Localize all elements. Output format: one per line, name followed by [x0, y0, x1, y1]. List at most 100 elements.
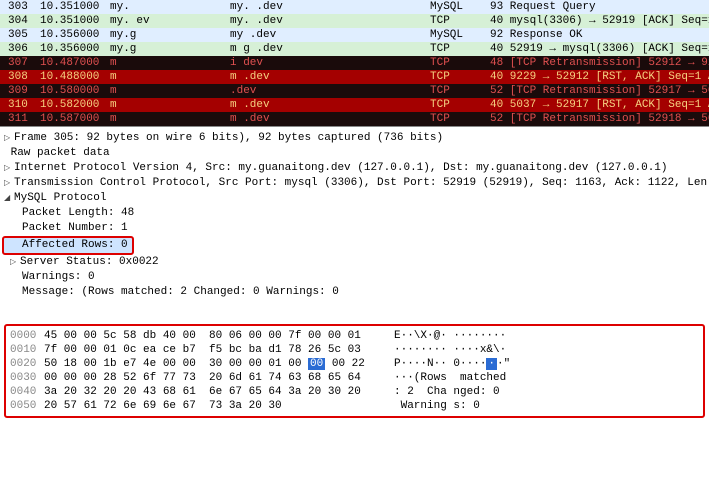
hex-offset: 0040 [10, 385, 44, 399]
col-src: my.g [110, 28, 230, 42]
expand-icon[interactable] [4, 131, 14, 146]
col-no: 306 [0, 42, 40, 56]
packet-row[interactable]: 30710.487000mi devTCP48 [TCP Retransmiss… [0, 56, 709, 70]
hex-bytes: 50 18 00 1b e7 4e 00 00 30 00 00 01 00 0… [44, 357, 394, 371]
col-info: 92 Response OK [490, 28, 709, 42]
packet-row[interactable]: 31010.582000mm .devTCP40 5037 → 52917 [R… [0, 98, 709, 112]
col-dst: m .dev [230, 98, 430, 112]
detail-text: Message: (Rows matched: 2 Changed: 0 War… [22, 286, 339, 298]
hex-row[interactable]: 002050 18 00 1b e7 4e 00 00 30 00 00 01 … [10, 357, 699, 371]
col-dst: my. .dev [230, 0, 430, 14]
packet-row[interactable]: 30610.356000my.gm g .devTCP40 52919 → my… [0, 42, 709, 56]
hex-offset: 0020 [10, 357, 44, 371]
collapse-icon[interactable] [4, 191, 14, 206]
col-time: 10.487000 [40, 56, 110, 70]
hex-bytes: 45 00 00 5c 58 db 40 00 80 06 00 00 7f 0… [44, 329, 394, 343]
packet-row[interactable]: 30310.351000my.my. .devMySQL93 Request Q… [0, 0, 709, 14]
col-no: 309 [0, 84, 40, 98]
packet-details-tree[interactable]: Frame 305: 92 bytes on wire 6 bits), 92 … [0, 127, 709, 320]
col-src: m [110, 84, 230, 98]
col-time: 10.356000 [40, 28, 110, 42]
detail-ip[interactable]: Internet Protocol Version 4, Src: my.gua… [4, 161, 705, 176]
col-info: 52 [TCP Retransmission] 52917 → 503 [490, 84, 709, 98]
expand-icon[interactable] [10, 255, 20, 270]
col-time: 10.580000 [40, 84, 110, 98]
detail-text: Server Status: 0x0022 [20, 256, 159, 268]
col-time: 10.351000 [40, 0, 110, 14]
detail-packet-number[interactable]: Packet Number: 1 [4, 221, 705, 236]
detail-affected-rows[interactable]: Affected Rows: 0 [4, 236, 705, 255]
col-src: m [110, 98, 230, 112]
hex-row[interactable]: 003000 00 00 28 52 6f 77 73 20 6d 61 74 … [10, 371, 699, 385]
hex-row[interactable]: 00107f 00 00 01 0c ea ce b7 f5 bc ba d1 … [10, 343, 699, 357]
detail-server-status[interactable]: Server Status: 0x0022 [4, 255, 705, 270]
col-proto: TCP [430, 42, 490, 56]
packet-row[interactable]: 30910.580000m .devTCP52 [TCP Retransmiss… [0, 84, 709, 98]
col-no: 304 [0, 14, 40, 28]
packet-row[interactable]: 30410.351000my. evmy. .devTCP40 mysql(33… [0, 14, 709, 28]
col-dst: my .dev [230, 28, 430, 42]
hex-row[interactable]: 005020 57 61 72 6e 69 6e 67 73 3a 20 30 … [10, 399, 699, 413]
detail-text: Raw packet data [11, 147, 110, 159]
detail-frame[interactable]: Frame 305: 92 bytes on wire 6 bits), 92 … [4, 131, 705, 146]
col-proto: TCP [430, 84, 490, 98]
col-src: m [110, 70, 230, 84]
col-src: m [110, 112, 230, 126]
col-proto: TCP [430, 98, 490, 112]
col-src: my. ev [110, 14, 230, 28]
col-info: 40 5037 → 52917 [RST, ACK] Seq=1 Ac [490, 98, 709, 112]
detail-text: Packet Number: 1 [22, 222, 128, 234]
hex-offset: 0030 [10, 371, 44, 385]
expand-icon[interactable] [4, 176, 14, 191]
col-dst: i dev [230, 56, 430, 70]
packet-list[interactable]: 30310.351000my.my. .devMySQL93 Request Q… [0, 0, 709, 127]
detail-text: Internet Protocol Version 4, Src: my.gua… [14, 162, 668, 174]
col-proto: TCP [430, 56, 490, 70]
col-proto: TCP [430, 70, 490, 84]
packet-row[interactable]: 30810.488000mm .devTCP40 9229 → 52912 [R… [0, 70, 709, 84]
detail-text: Transmission Control Protocol, Src Port:… [14, 177, 709, 189]
hex-ascii: E··\X·@· ········ [394, 329, 699, 343]
hex-bytes: 7f 00 00 01 0c ea ce b7 f5 bc ba d1 78 2… [44, 343, 394, 357]
col-info: 40 9229 → 52912 [RST, ACK] Seq=1 Ac [490, 70, 709, 84]
packet-row[interactable]: 31110.587000mm .devTCP52 [TCP Retransmis… [0, 112, 709, 126]
detail-mysql[interactable]: MySQL Protocol [4, 191, 705, 206]
col-no: 307 [0, 56, 40, 70]
col-dst: my. .dev [230, 14, 430, 28]
col-proto: MySQL [430, 28, 490, 42]
col-proto: TCP [430, 14, 490, 28]
detail-message[interactable]: Message: (Rows matched: 2 Changed: 0 War… [4, 285, 705, 300]
col-time: 10.356000 [40, 42, 110, 56]
col-proto: MySQL [430, 0, 490, 14]
col-dst: .dev [230, 84, 430, 98]
packet-row[interactable]: 30510.356000my.gmy .devMySQL92 Response … [0, 28, 709, 42]
col-info: 40 52919 → mysql(3306) [ACK] Seq=1 [490, 42, 709, 56]
detail-tcp[interactable]: Transmission Control Protocol, Src Port:… [4, 176, 705, 191]
col-no: 308 [0, 70, 40, 84]
hex-offset: 0000 [10, 329, 44, 343]
hex-bytes: 20 57 61 72 6e 69 6e 67 73 3a 20 30 [44, 399, 394, 413]
hex-bytes: 3a 20 32 20 20 43 68 61 6e 67 65 64 3a 2… [44, 385, 394, 399]
col-src: my. [110, 0, 230, 14]
col-info: 48 [TCP Retransmission] 52912 → 922 [490, 56, 709, 70]
hex-ascii: : 2 Cha nged: 0 [394, 385, 699, 399]
col-dst: m g .dev [230, 42, 430, 56]
hex-dump-pane[interactable]: 000045 00 00 5c 58 db 40 00 80 06 00 00 … [4, 324, 705, 418]
col-no: 303 [0, 0, 40, 14]
col-proto: TCP [430, 112, 490, 126]
hex-row[interactable]: 000045 00 00 5c 58 db 40 00 80 06 00 00 … [10, 329, 699, 343]
hex-offset: 0010 [10, 343, 44, 357]
expand-icon[interactable] [4, 161, 14, 176]
col-info: 93 Request Query [490, 0, 709, 14]
col-time: 10.582000 [40, 98, 110, 112]
col-dst: m .dev [230, 70, 430, 84]
hex-row[interactable]: 00403a 20 32 20 20 43 68 61 6e 67 65 64 … [10, 385, 699, 399]
detail-warnings[interactable]: Warnings: 0 [4, 270, 705, 285]
hex-ascii: Warning s: 0 [394, 399, 699, 413]
col-time: 10.587000 [40, 112, 110, 126]
col-no: 311 [0, 112, 40, 126]
detail-packet-length[interactable]: Packet Length: 48 [4, 206, 705, 221]
hex-offset: 0050 [10, 399, 44, 413]
detail-text: Packet Length: 48 [22, 207, 134, 219]
detail-raw[interactable]: Raw packet data [4, 146, 705, 161]
